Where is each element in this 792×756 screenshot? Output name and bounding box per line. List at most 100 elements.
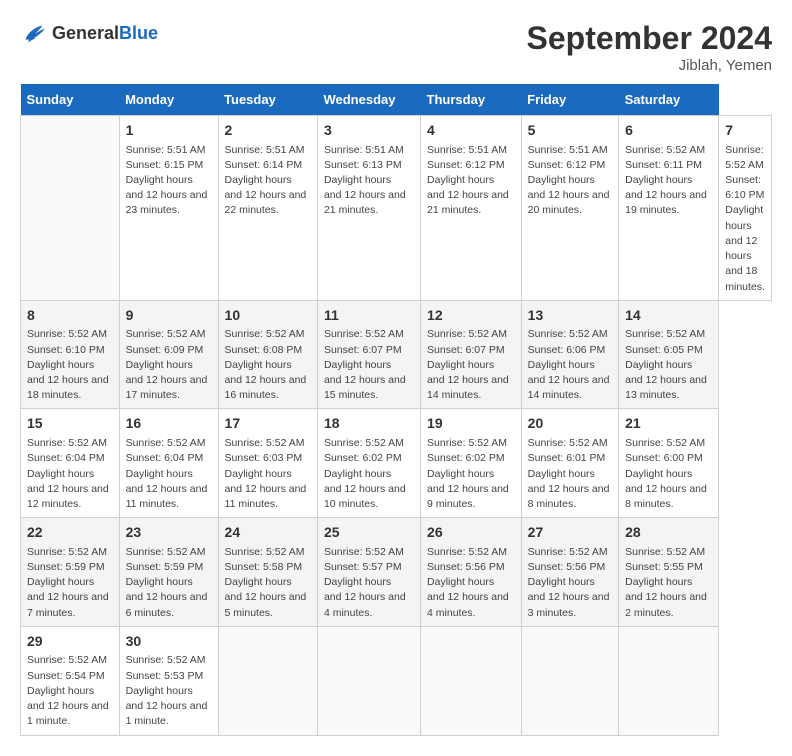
day-number: 8 <box>27 306 113 326</box>
day-number: 4 <box>427 121 515 141</box>
calendar-day-cell: 7Sunrise: 5:52 AMSunset: 6:10 PMDaylight… <box>719 116 772 301</box>
calendar-day-cell: 27Sunrise: 5:52 AMSunset: 5:56 PMDayligh… <box>521 518 618 627</box>
calendar-day-cell <box>21 116 120 301</box>
calendar-day-cell: 5Sunrise: 5:51 AMSunset: 6:12 PMDaylight… <box>521 116 618 301</box>
calendar-day-cell: 23Sunrise: 5:52 AMSunset: 5:59 PMDayligh… <box>119 518 218 627</box>
day-info: Sunrise: 5:52 AMSunset: 6:03 PMDaylight … <box>225 436 311 512</box>
day-info: Sunrise: 5:52 AMSunset: 5:56 PMDaylight … <box>427 545 515 621</box>
day-info: Sunrise: 5:52 AMSunset: 5:58 PMDaylight … <box>225 545 311 621</box>
day-number: 26 <box>427 523 515 543</box>
day-number: 12 <box>427 306 515 326</box>
day-info: Sunrise: 5:52 AMSunset: 5:56 PMDaylight … <box>528 545 612 621</box>
day-info: Sunrise: 5:52 AMSunset: 6:09 PMDaylight … <box>126 327 212 403</box>
calendar-table: SundayMondayTuesdayWednesdayThursdayFrid… <box>20 84 772 736</box>
calendar-week-3: 15Sunrise: 5:52 AMSunset: 6:04 PMDayligh… <box>21 409 772 518</box>
day-number: 1 <box>126 121 212 141</box>
day-info: Sunrise: 5:52 AMSunset: 6:02 PMDaylight … <box>427 436 515 512</box>
calendar-day-cell: 1Sunrise: 5:51 AMSunset: 6:15 PMDaylight… <box>119 116 218 301</box>
calendar-day-cell: 28Sunrise: 5:52 AMSunset: 5:55 PMDayligh… <box>619 518 719 627</box>
day-info: Sunrise: 5:52 AMSunset: 5:57 PMDaylight … <box>324 545 414 621</box>
calendar-week-2: 8Sunrise: 5:52 AMSunset: 6:10 PMDaylight… <box>21 300 772 409</box>
calendar-day-cell: 16Sunrise: 5:52 AMSunset: 6:04 PMDayligh… <box>119 409 218 518</box>
day-info: Sunrise: 5:52 AMSunset: 6:07 PMDaylight … <box>427 327 515 403</box>
day-number: 7 <box>725 121 765 141</box>
calendar-day-cell <box>317 626 420 735</box>
day-info: Sunrise: 5:52 AMSunset: 5:55 PMDaylight … <box>625 545 712 621</box>
calendar-day-cell <box>619 626 719 735</box>
calendar-day-cell: 4Sunrise: 5:51 AMSunset: 6:12 PMDaylight… <box>421 116 522 301</box>
weekday-header-wednesday: Wednesday <box>317 84 420 116</box>
day-info: Sunrise: 5:52 AMSunset: 5:53 PMDaylight … <box>126 653 212 729</box>
day-info: Sunrise: 5:52 AMSunset: 6:07 PMDaylight … <box>324 327 414 403</box>
day-number: 11 <box>324 306 414 326</box>
logo-text: GeneralBlue <box>52 24 158 44</box>
day-info: Sunrise: 5:52 AMSunset: 5:59 PMDaylight … <box>27 545 113 621</box>
day-info: Sunrise: 5:52 AMSunset: 6:04 PMDaylight … <box>126 436 212 512</box>
day-info: Sunrise: 5:52 AMSunset: 6:05 PMDaylight … <box>625 327 712 403</box>
day-number: 22 <box>27 523 113 543</box>
day-info: Sunrise: 5:52 AMSunset: 6:04 PMDaylight … <box>27 436 113 512</box>
day-info: Sunrise: 5:52 AMSunset: 6:10 PMDaylight … <box>725 143 765 295</box>
calendar-day-cell: 9Sunrise: 5:52 AMSunset: 6:09 PMDaylight… <box>119 300 218 409</box>
weekday-header-monday: Monday <box>119 84 218 116</box>
logo: GeneralBlue <box>20 20 158 48</box>
day-number: 27 <box>528 523 612 543</box>
day-number: 14 <box>625 306 712 326</box>
logo-bird-icon <box>20 20 48 48</box>
calendar-day-cell <box>218 626 317 735</box>
logo-general: General <box>52 23 119 43</box>
weekday-header-row: SundayMondayTuesdayWednesdayThursdayFrid… <box>21 84 772 116</box>
day-number: 19 <box>427 414 515 434</box>
day-number: 6 <box>625 121 712 141</box>
weekday-header-thursday: Thursday <box>421 84 522 116</box>
day-info: Sunrise: 5:51 AMSunset: 6:12 PMDaylight … <box>528 143 612 219</box>
weekday-header-sunday: Sunday <box>21 84 120 116</box>
calendar-day-cell: 12Sunrise: 5:52 AMSunset: 6:07 PMDayligh… <box>421 300 522 409</box>
day-info: Sunrise: 5:52 AMSunset: 6:06 PMDaylight … <box>528 327 612 403</box>
calendar-day-cell: 26Sunrise: 5:52 AMSunset: 5:56 PMDayligh… <box>421 518 522 627</box>
calendar-day-cell: 2Sunrise: 5:51 AMSunset: 6:14 PMDaylight… <box>218 116 317 301</box>
day-info: Sunrise: 5:52 AMSunset: 6:11 PMDaylight … <box>625 143 712 219</box>
day-info: Sunrise: 5:51 AMSunset: 6:15 PMDaylight … <box>126 143 212 219</box>
day-number: 25 <box>324 523 414 543</box>
day-info: Sunrise: 5:51 AMSunset: 6:12 PMDaylight … <box>427 143 515 219</box>
calendar-day-cell <box>421 626 522 735</box>
calendar-week-4: 22Sunrise: 5:52 AMSunset: 5:59 PMDayligh… <box>21 518 772 627</box>
calendar-day-cell: 17Sunrise: 5:52 AMSunset: 6:03 PMDayligh… <box>218 409 317 518</box>
calendar-day-cell: 18Sunrise: 5:52 AMSunset: 6:02 PMDayligh… <box>317 409 420 518</box>
day-info: Sunrise: 5:51 AMSunset: 6:13 PMDaylight … <box>324 143 414 219</box>
day-number: 3 <box>324 121 414 141</box>
calendar-day-cell: 21Sunrise: 5:52 AMSunset: 6:00 PMDayligh… <box>619 409 719 518</box>
weekday-header-saturday: Saturday <box>619 84 719 116</box>
day-info: Sunrise: 5:52 AMSunset: 6:10 PMDaylight … <box>27 327 113 403</box>
calendar-day-cell: 6Sunrise: 5:52 AMSunset: 6:11 PMDaylight… <box>619 116 719 301</box>
calendar-week-1: 1Sunrise: 5:51 AMSunset: 6:15 PMDaylight… <box>21 116 772 301</box>
day-number: 28 <box>625 523 712 543</box>
day-number: 20 <box>528 414 612 434</box>
day-number: 15 <box>27 414 113 434</box>
day-number: 18 <box>324 414 414 434</box>
calendar-day-cell: 29Sunrise: 5:52 AMSunset: 5:54 PMDayligh… <box>21 626 120 735</box>
day-number: 5 <box>528 121 612 141</box>
calendar-week-5: 29Sunrise: 5:52 AMSunset: 5:54 PMDayligh… <box>21 626 772 735</box>
day-info: Sunrise: 5:52 AMSunset: 5:59 PMDaylight … <box>126 545 212 621</box>
calendar-day-cell: 22Sunrise: 5:52 AMSunset: 5:59 PMDayligh… <box>21 518 120 627</box>
calendar-day-cell: 20Sunrise: 5:52 AMSunset: 6:01 PMDayligh… <box>521 409 618 518</box>
location: Jiblah, Yemen <box>527 57 772 74</box>
calendar-day-cell <box>521 626 618 735</box>
calendar-day-cell: 11Sunrise: 5:52 AMSunset: 6:07 PMDayligh… <box>317 300 420 409</box>
weekday-header-friday: Friday <box>521 84 618 116</box>
calendar-day-cell: 3Sunrise: 5:51 AMSunset: 6:13 PMDaylight… <box>317 116 420 301</box>
day-info: Sunrise: 5:52 AMSunset: 6:01 PMDaylight … <box>528 436 612 512</box>
day-info: Sunrise: 5:52 AMSunset: 5:54 PMDaylight … <box>27 653 113 729</box>
day-number: 29 <box>27 632 113 652</box>
logo-blue: Blue <box>119 23 158 43</box>
calendar-day-cell: 13Sunrise: 5:52 AMSunset: 6:06 PMDayligh… <box>521 300 618 409</box>
day-number: 10 <box>225 306 311 326</box>
title-block: September 2024 Jiblah, Yemen <box>527 20 772 74</box>
page-header: GeneralBlue September 2024 Jiblah, Yemen <box>20 20 772 74</box>
day-number: 17 <box>225 414 311 434</box>
calendar-day-cell: 30Sunrise: 5:52 AMSunset: 5:53 PMDayligh… <box>119 626 218 735</box>
day-number: 21 <box>625 414 712 434</box>
weekday-header-tuesday: Tuesday <box>218 84 317 116</box>
